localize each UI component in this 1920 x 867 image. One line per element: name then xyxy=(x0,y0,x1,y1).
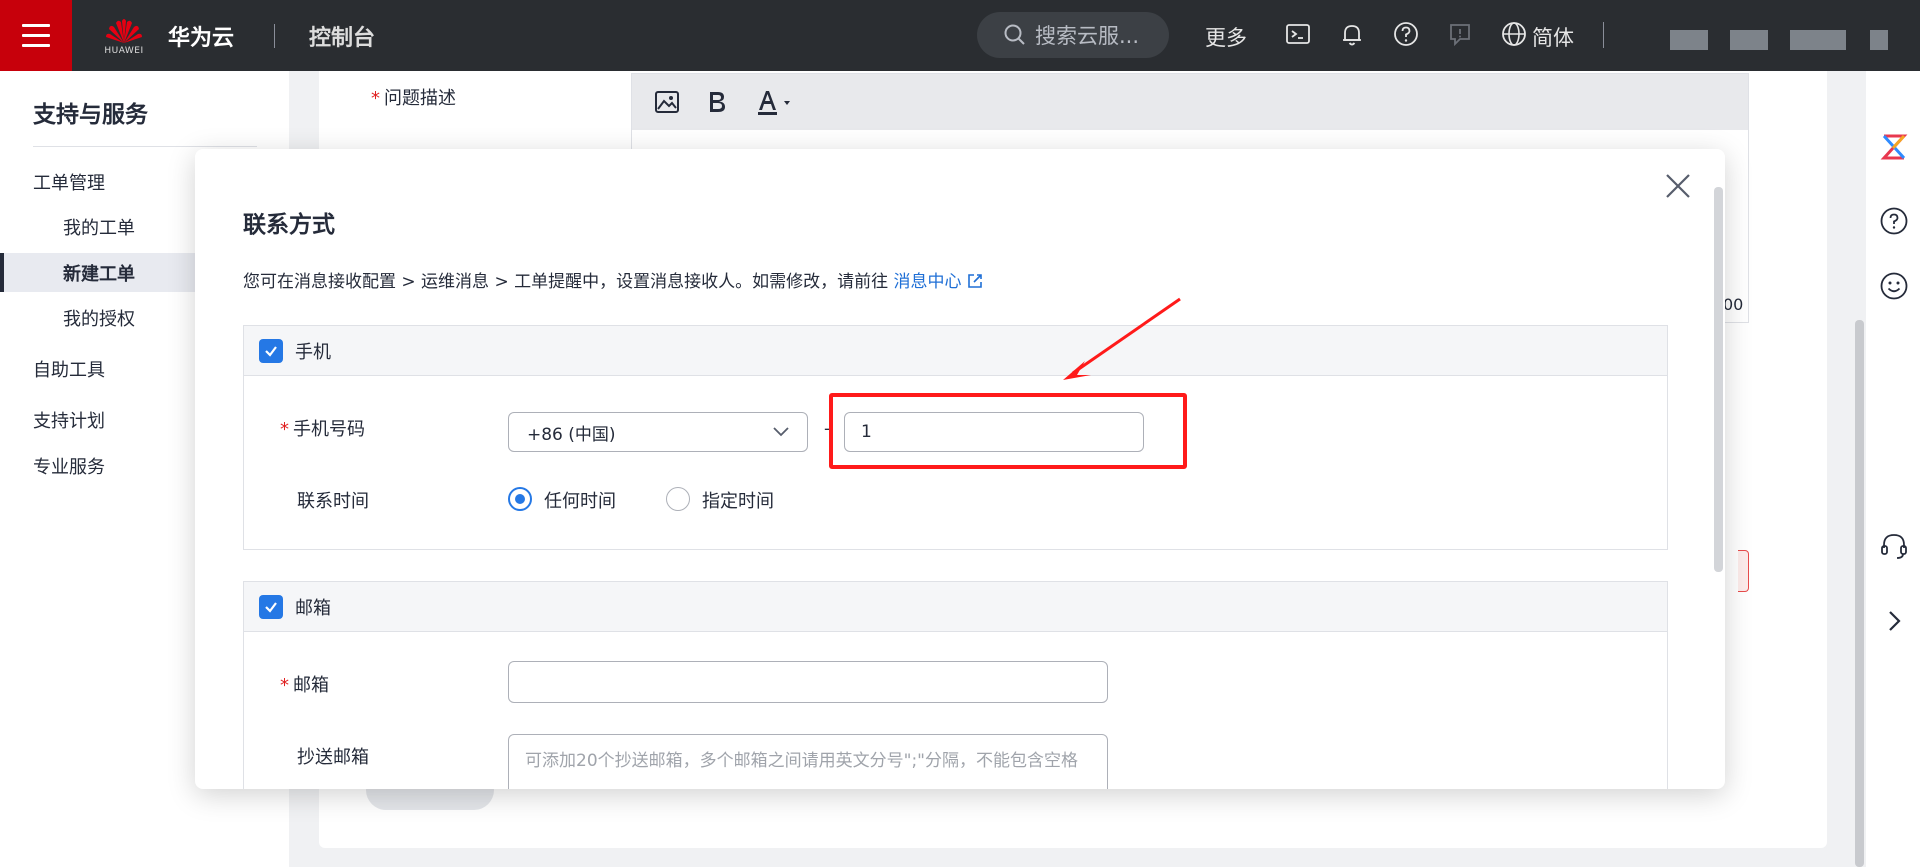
phone-section-header: 手机 xyxy=(244,326,1667,376)
help-icon[interactable] xyxy=(1392,20,1420,48)
email-checkbox[interactable] xyxy=(259,594,283,619)
logo-text: HUAWEI xyxy=(104,46,144,56)
cc-email-textarea[interactable]: 可添加20个抄送邮箱，多个邮箱之间请用英文分号";"分隔，不能包含空格 xyxy=(508,734,1108,789)
email-section-title: 邮箱 xyxy=(295,597,331,619)
sidebar-title: 支持与服务 xyxy=(33,102,148,128)
dialog-description-text: 您可在消息接收配置 > 运维消息 > 工单提醒中，设置消息接收人。如需修改，请前… xyxy=(243,272,894,292)
chevron-right-icon[interactable] xyxy=(1879,606,1909,636)
error-field-edge xyxy=(1738,550,1749,592)
page-scrollbar[interactable] xyxy=(1855,320,1864,867)
hamburger-menu-icon[interactable] xyxy=(0,0,72,71)
user-info-redacted[interactable] xyxy=(1790,30,1846,50)
topbar-divider xyxy=(274,23,276,48)
radio-specified-time-label[interactable]: 指定时间 xyxy=(702,487,774,513)
sidebar-item-new-ticket[interactable]: 新建工单 xyxy=(63,260,135,286)
dialog-scrollbar[interactable] xyxy=(1714,187,1723,572)
annotation-arrow xyxy=(1063,297,1181,380)
user-info-redacted[interactable] xyxy=(1670,30,1708,50)
cc-email-label: 抄送邮箱 xyxy=(297,747,369,768)
search-box[interactable]: 搜索云服... xyxy=(977,12,1169,58)
sidebar-item-my-authorization[interactable]: 我的授权 xyxy=(63,305,135,331)
bold-icon[interactable] xyxy=(706,89,728,115)
brand-name[interactable]: 华为云 xyxy=(168,20,234,52)
sidebar-item-self-service-tools[interactable]: 自助工具 xyxy=(33,356,105,382)
email-label: * 邮箱 xyxy=(280,675,329,696)
external-link-icon xyxy=(968,274,982,288)
radio-specified-time[interactable] xyxy=(666,487,690,511)
annotation-highlight-box xyxy=(829,393,1187,469)
country-code-select[interactable]: +86 (中国) xyxy=(508,412,808,452)
required-asterisk: * xyxy=(280,675,289,696)
country-code-value: +86 (中国) xyxy=(527,424,616,445)
contact-info-dialog: 联系方式 您可在消息接收配置 > 运维消息 > 工单提醒中，设置消息接收人。如需… xyxy=(195,149,1725,789)
phone-section-title: 手机 xyxy=(295,341,331,363)
more-menu[interactable]: 更多 xyxy=(1205,22,1247,52)
email-section-header: 邮箱 xyxy=(244,582,1667,632)
user-info-redacted[interactable] xyxy=(1730,30,1768,50)
sidebar-item-support-plans[interactable]: 支持计划 xyxy=(33,407,105,433)
sidebar-divider xyxy=(33,146,257,147)
radio-any-time-label[interactable]: 任何时间 xyxy=(544,487,616,513)
close-icon[interactable] xyxy=(1663,171,1693,201)
right-rail xyxy=(1866,71,1920,867)
feedback-icon[interactable] xyxy=(1446,20,1474,48)
required-asterisk: * xyxy=(371,88,380,109)
dialog-title: 联系方式 xyxy=(243,212,335,238)
smiley-feedback-icon[interactable] xyxy=(1879,271,1909,301)
bell-icon[interactable] xyxy=(1338,20,1366,48)
check-icon xyxy=(265,601,277,613)
top-bar: HUAWEI 华为云 控制台 搜索云服... 更多 简体 xyxy=(0,0,1920,71)
message-center-link[interactable]: 消息中心 xyxy=(894,272,983,292)
phone-checkbox[interactable] xyxy=(259,338,283,363)
email-input[interactable] xyxy=(508,661,1108,703)
sidebar-item-professional-services[interactable]: 专业服务 xyxy=(33,453,105,479)
ai-assistant-icon[interactable] xyxy=(1879,132,1909,162)
check-icon xyxy=(265,345,277,357)
sidebar-item-my-tickets[interactable]: 我的工单 xyxy=(63,214,135,240)
search-icon xyxy=(1004,24,1025,45)
huawei-flower-icon xyxy=(106,19,142,43)
image-icon[interactable] xyxy=(654,89,680,115)
dialog-description: 您可在消息接收配置 > 运维消息 > 工单提醒中，设置消息接收人。如需修改，请前… xyxy=(243,267,983,292)
contact-time-label: 联系时间 xyxy=(297,491,369,512)
chevron-down-icon xyxy=(773,427,789,437)
font-color-icon[interactable] xyxy=(754,88,794,116)
terminal-icon[interactable] xyxy=(1284,20,1312,48)
editor-toolbar xyxy=(632,74,1748,130)
console-link[interactable]: 控制台 xyxy=(309,20,375,52)
phone-number-label: * 手机号码 xyxy=(280,419,365,440)
search-placeholder: 搜索云服... xyxy=(1035,24,1140,48)
cc-email-placeholder: 可添加20个抄送邮箱，多个邮箱之间请用英文分号";"分隔，不能包含空格 xyxy=(525,751,1078,771)
radio-any-time[interactable] xyxy=(508,487,532,511)
user-info-redacted[interactable] xyxy=(1870,30,1888,50)
problem-description-label: * 问题描述 xyxy=(371,88,456,109)
character-counter: 00 xyxy=(1723,295,1744,314)
globe-icon[interactable] xyxy=(1500,20,1528,48)
huawei-logo[interactable]: HUAWEI xyxy=(102,15,146,56)
topbar-divider xyxy=(1603,22,1604,48)
customer-service-icon[interactable] xyxy=(1879,531,1909,561)
sidebar-item-ticket-management[interactable]: 工单管理 xyxy=(33,169,105,195)
required-asterisk: * xyxy=(280,419,289,440)
help-icon[interactable] xyxy=(1879,206,1909,236)
language-switch[interactable]: 简体 xyxy=(1532,22,1574,52)
